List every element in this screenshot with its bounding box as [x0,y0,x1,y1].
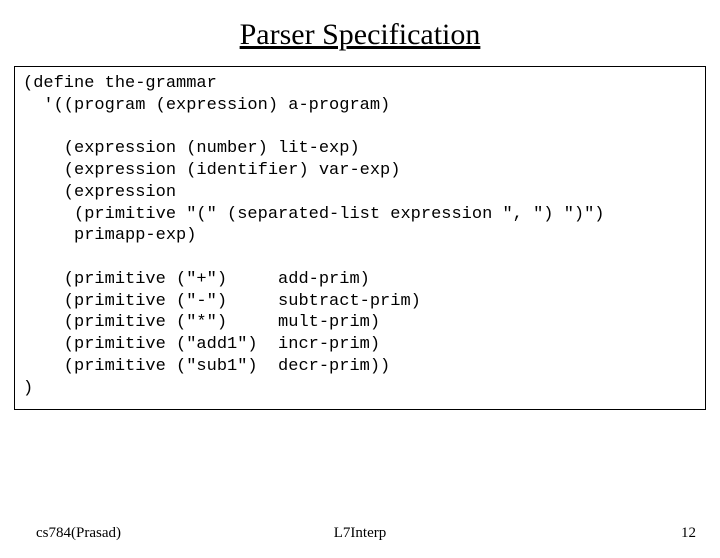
footer: cs784(Prasad) L7Interp 12 [0,525,720,542]
code-block: (define the-grammar '((program (expressi… [14,66,706,410]
page-title: Parser Specification [0,18,720,52]
footer-left: cs784(Prasad) [36,525,121,542]
slide: Parser Specification (define the-grammar… [0,18,720,558]
footer-center: L7Interp [334,525,386,542]
footer-right: 12 [681,525,696,542]
